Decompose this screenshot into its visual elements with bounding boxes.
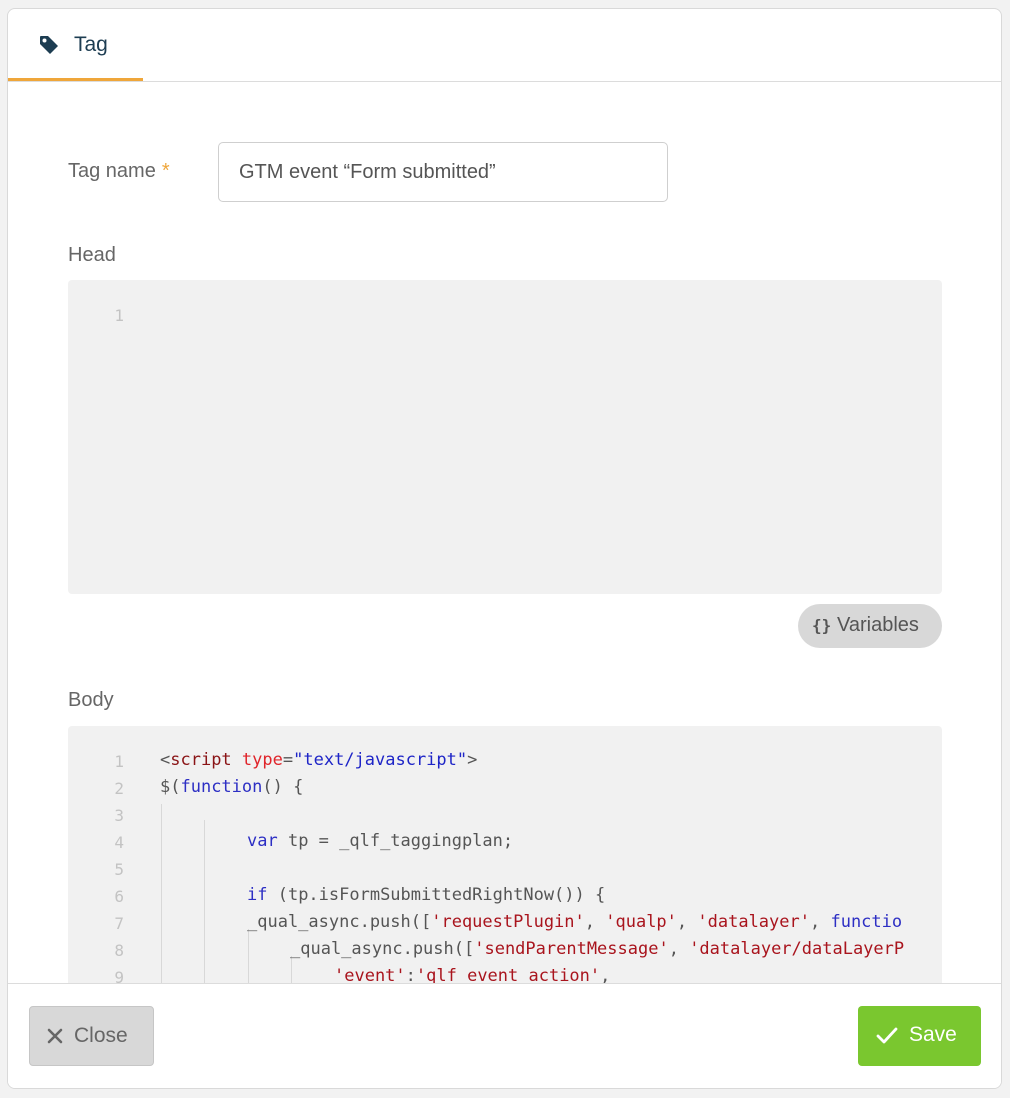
code-token: type (241, 750, 283, 770)
required-marker: * (161, 160, 170, 182)
code-line: $(function() { (160, 777, 303, 797)
code-token: _qual_async.push([ (247, 912, 432, 932)
save-button[interactable]: Save (858, 1006, 981, 1066)
code-line: _qual_async.push(['sendParentMessage', '… (290, 939, 904, 959)
line-number: 3 (114, 806, 124, 825)
code-token: = (282, 750, 294, 770)
code-line: if (tp.isFormSubmittedRightNow()) { (247, 885, 605, 905)
code-token: , (668, 939, 690, 959)
code-token: , (809, 912, 831, 932)
body-code-editor[interactable]: 1 2 3 4 5 6 7 8 9 <script type="text/javascript">… (68, 726, 942, 986)
line-number: 4 (114, 833, 124, 852)
code-token: 'sendParentMessage' (474, 939, 669, 959)
indent-guide (291, 956, 292, 986)
code-token: _qual_async.push([ (290, 939, 475, 959)
tab-label: Tag (74, 33, 108, 56)
variables-button[interactable]: {} Variables (798, 604, 942, 648)
tag-editor-modal: Tag Tag name* Head 1 {} Variables Body 1… (7, 8, 1002, 1089)
code-token: , (584, 912, 606, 932)
indent-guide (204, 820, 205, 986)
code-token: (tp.isFormSubmittedRightNow()) { (267, 885, 606, 905)
code-token: tp = _qlf_taggingplan; (277, 831, 514, 851)
tab-tag[interactable]: Tag (8, 9, 143, 81)
code-token: 'requestPlugin' (431, 912, 585, 932)
modal-footer: Close Save (8, 983, 1001, 1088)
close-icon (47, 1028, 63, 1044)
tag-name-label-text: Tag name (68, 160, 156, 182)
line-number: 8 (114, 941, 124, 960)
save-label: Save (909, 1023, 957, 1046)
form-content: Tag name* Head 1 {} Variables Body 1 2 3 4 5… (8, 82, 1001, 986)
line-number: 1 (114, 306, 124, 325)
tag-name-input[interactable] (218, 142, 668, 202)
code-token: () { (262, 777, 304, 797)
code-token: $( (160, 777, 181, 797)
indent-guide (161, 804, 162, 986)
code-token: < (160, 750, 171, 770)
code-token: functio (830, 912, 903, 932)
code-token: , (676, 912, 698, 932)
tag-name-label: Tag name * (68, 160, 170, 183)
check-icon (876, 1027, 898, 1044)
code-token: script (170, 750, 232, 770)
code-token: var (247, 831, 278, 851)
line-number: 7 (114, 914, 124, 933)
code-token: 'datalayer/dataLayerP (689, 939, 905, 959)
head-label: Head (68, 244, 116, 266)
line-number: 6 (114, 887, 124, 906)
code-token: if (247, 885, 268, 905)
line-number: 5 (114, 860, 124, 879)
close-button[interactable]: Close (29, 1006, 154, 1066)
code-line: _qual_async.push(['requestPlugin', 'qual… (247, 912, 902, 932)
line-number: 2 (114, 779, 124, 798)
line-number: 1 (114, 752, 124, 771)
code-token: "text/javascript" (293, 750, 468, 770)
code-line: var tp = _qlf_taggingplan; (247, 831, 513, 851)
code-token: 'qualp' (605, 912, 677, 932)
indent-guide (248, 929, 249, 986)
tab-bar: Tag (8, 9, 1001, 82)
close-label: Close (74, 1024, 128, 1047)
code-token: 'datalayer' (697, 912, 810, 932)
code-token: function (180, 777, 263, 797)
braces-icon: {} (812, 616, 832, 635)
tag-icon (40, 36, 58, 54)
variables-label: Variables (837, 614, 919, 636)
body-label: Body (68, 689, 114, 711)
code-line: <script type="text/javascript"> (160, 750, 477, 770)
code-token: > (467, 750, 478, 770)
head-code-editor[interactable]: 1 (68, 280, 942, 594)
